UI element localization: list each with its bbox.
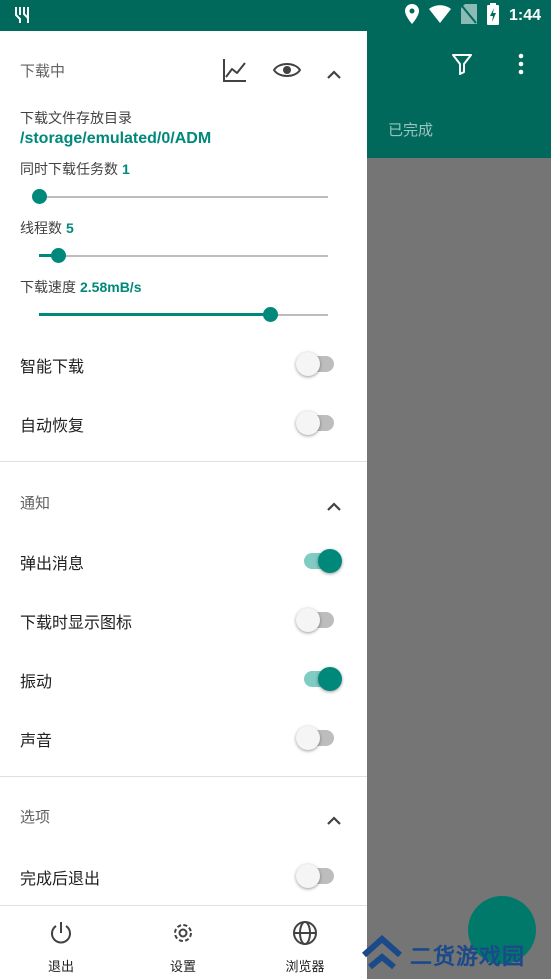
bottom-nav: 退出 设置 浏览器 bbox=[0, 905, 367, 979]
speed-slider[interactable] bbox=[39, 307, 328, 323]
browser-label: 浏览器 bbox=[285, 960, 325, 975]
speed-label: 下载速度 2.58mB/s bbox=[20, 277, 141, 297]
smart-download-toggle[interactable] bbox=[296, 351, 342, 377]
concurrent-tasks-slider[interactable] bbox=[32, 189, 328, 205]
section-title-options: 选项 bbox=[20, 808, 51, 826]
settings-drawer: 下载中 下载文件存放目录 /storage/emulated/0/ADM 同时下… bbox=[0, 31, 367, 979]
download-dir-value[interactable]: /storage/emulated/0/ADM bbox=[20, 130, 211, 148]
toggle-knob bbox=[296, 726, 320, 750]
concurrent-tasks-label: 同时下载任务数 1 bbox=[20, 159, 130, 179]
watermark-text: 二货游戏园 bbox=[410, 944, 526, 970]
popup-message-label: 弹出消息 bbox=[20, 554, 85, 573]
toggle-knob bbox=[318, 549, 342, 573]
chart-icon[interactable] bbox=[222, 57, 248, 87]
toggle-knob bbox=[296, 608, 320, 632]
exit-label: 退出 bbox=[47, 960, 74, 975]
status-bar: 1:44 bbox=[0, 0, 551, 31]
slider-fill bbox=[39, 313, 271, 316]
toggle-knob bbox=[296, 864, 320, 888]
slider-thumb[interactable] bbox=[263, 307, 279, 322]
section-divider bbox=[0, 461, 367, 462]
clock: 1:44 bbox=[508, 7, 541, 24]
location-icon bbox=[404, 4, 419, 28]
sound-toggle[interactable] bbox=[296, 725, 342, 751]
tab-completed[interactable]: 已完成 bbox=[388, 119, 433, 140]
chevron-up-icon[interactable] bbox=[326, 65, 342, 84]
power-icon bbox=[48, 920, 74, 950]
speed-value: 2.58mB/s bbox=[80, 279, 142, 295]
toggle-knob bbox=[296, 411, 320, 435]
more-vert-icon[interactable] bbox=[513, 52, 529, 80]
settings-button[interactable]: 设置 bbox=[122, 906, 244, 979]
no-sim-icon bbox=[460, 4, 477, 28]
popup-message-toggle[interactable] bbox=[296, 548, 342, 574]
app-content-scrim[interactable] bbox=[367, 158, 551, 979]
threads-text: 线程数 bbox=[20, 221, 62, 237]
filter-icon[interactable] bbox=[450, 52, 474, 80]
watermark: 二货游戏园 bbox=[360, 930, 551, 979]
toggle-knob bbox=[318, 667, 342, 691]
battery-charging-icon bbox=[486, 3, 499, 29]
threads-label: 线程数 5 bbox=[20, 218, 74, 238]
slider-rail bbox=[39, 255, 328, 257]
vibrate-label: 振动 bbox=[20, 672, 53, 691]
gear-icon bbox=[170, 920, 196, 950]
eye-icon[interactable] bbox=[272, 61, 302, 83]
globe-icon bbox=[292, 920, 318, 950]
wifi-icon bbox=[428, 5, 451, 27]
section-title-notify: 通知 bbox=[20, 494, 51, 512]
usb-debug-icon bbox=[12, 5, 32, 29]
speed-text: 下载速度 bbox=[20, 280, 76, 296]
vibrate-toggle[interactable] bbox=[296, 666, 342, 692]
threads-slider[interactable] bbox=[39, 248, 328, 264]
status-icons: 1:44 bbox=[404, 3, 541, 29]
section-title-downloading: 下载中 bbox=[20, 62, 66, 80]
toggle-knob bbox=[296, 352, 320, 376]
auto-resume-toggle[interactable] bbox=[296, 410, 342, 436]
browser-button[interactable]: 浏览器 bbox=[244, 906, 366, 979]
chevron-up-icon[interactable] bbox=[326, 497, 342, 516]
download-dir-label: 下载文件存放目录 bbox=[20, 111, 132, 127]
section-divider bbox=[0, 776, 367, 777]
threads-value: 5 bbox=[66, 220, 74, 236]
slider-rail bbox=[39, 196, 328, 198]
concurrent-tasks-value: 1 bbox=[122, 161, 130, 177]
settings-label: 设置 bbox=[169, 960, 196, 975]
chevron-up-icon[interactable] bbox=[326, 811, 342, 830]
sound-label: 声音 bbox=[20, 731, 53, 750]
show-icon-label: 下载时显示图标 bbox=[20, 613, 133, 632]
concurrent-tasks-text: 同时下载任务数 bbox=[20, 162, 118, 178]
slider-thumb[interactable] bbox=[32, 189, 47, 204]
exit-after-toggle[interactable] bbox=[296, 863, 342, 889]
slider-thumb[interactable] bbox=[50, 248, 66, 263]
watermark-logo-icon bbox=[360, 933, 404, 977]
exit-after-label: 完成后退出 bbox=[20, 869, 101, 888]
exit-button[interactable]: 退出 bbox=[0, 906, 122, 979]
smart-download-label: 智能下载 bbox=[20, 357, 85, 376]
show-icon-toggle[interactable] bbox=[296, 607, 342, 633]
auto-resume-label: 自动恢复 bbox=[20, 416, 85, 435]
